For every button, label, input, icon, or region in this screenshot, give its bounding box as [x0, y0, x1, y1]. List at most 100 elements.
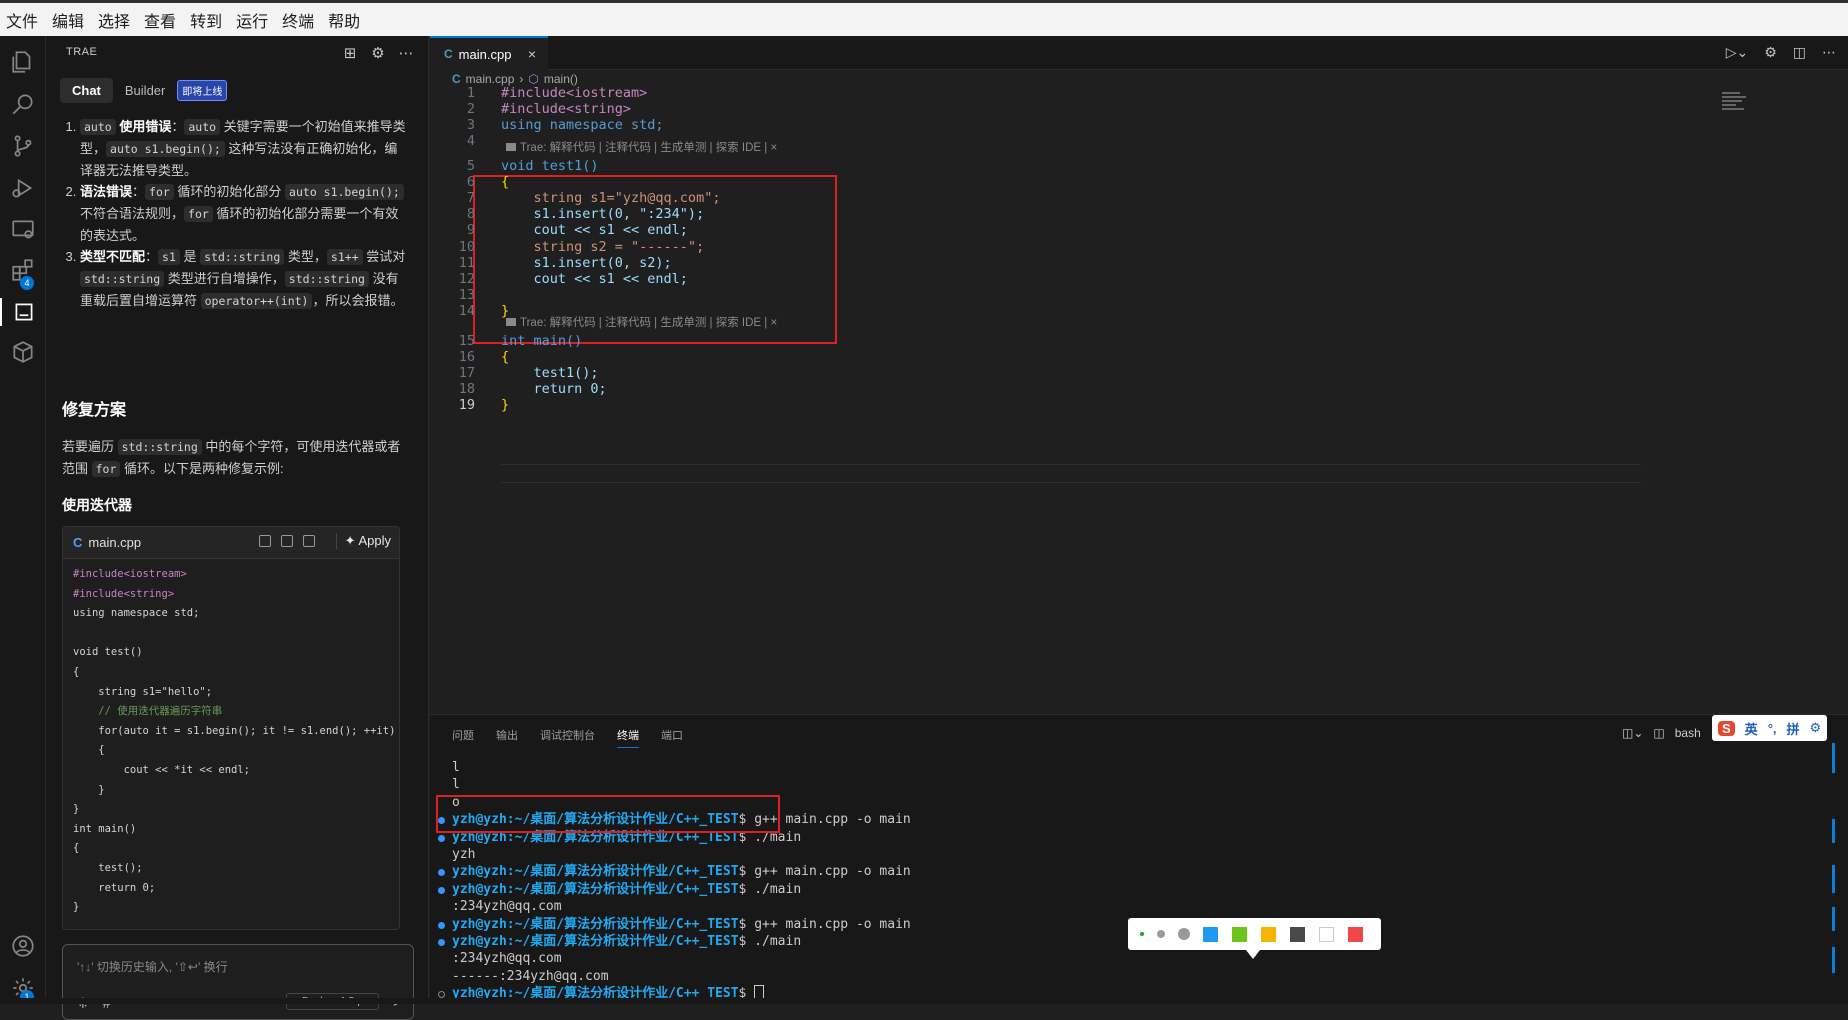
menu-selection[interactable]: 选择 [98, 8, 130, 32]
inline-code: auto s1.begin(); [285, 184, 404, 200]
new-file-icon[interactable] [303, 535, 315, 547]
chat-mode-tabs: Chat Builder 即将上线 [60, 78, 228, 103]
ime-punct[interactable]: °, [1768, 721, 1777, 736]
command-status-icon[interactable] [438, 869, 445, 877]
split-editor-icon[interactable]: ◫ [1793, 44, 1806, 61]
code-editor[interactable]: Trae: 解释代码 | 注释代码 | 生成单测 | 探索 IDE | × Tr… [430, 85, 1720, 710]
copy-icon[interactable] [259, 535, 271, 547]
apply-button[interactable]: ✦ Apply [335, 533, 391, 549]
terminal-command: $ ./main [738, 881, 802, 897]
extensions-badge: 4 [20, 276, 34, 290]
code-line: } [73, 803, 80, 816]
codelens[interactable]: Trae: 解释代码 | 注释代码 | 生成单测 | 探索 IDE | × [506, 140, 777, 156]
terminal-scroll-marker [1832, 819, 1835, 843]
color-swatch[interactable] [1203, 926, 1218, 942]
fix-heading: 修复方案 [62, 402, 127, 419]
ime-toolbar[interactable]: S 英 °, 拼 ⚙ [1712, 715, 1828, 741]
more-icon[interactable]: ⋯ [398, 44, 414, 62]
color-swatch[interactable] [1290, 926, 1305, 942]
trae-chat-icon[interactable] [0, 298, 46, 326]
color-swatch[interactable] [1348, 926, 1363, 942]
color-swatch[interactable] [1319, 926, 1334, 942]
chat-input[interactable]: '↑↓' 切换历史输入, '⇧↩' 换行 ⁜ # ◔ Doubao-1.5-pr… [62, 944, 414, 1020]
explorer-icon[interactable] [9, 48, 37, 76]
code-line: #include<iostream> [73, 568, 187, 580]
line-number: 14 [458, 303, 475, 319]
run-icon[interactable]: ▷⌄ [1726, 44, 1749, 61]
tab-builder[interactable]: Builder [119, 78, 171, 103]
pen-size-small[interactable] [1140, 932, 1144, 936]
activity-bar: 4 1 [0, 36, 46, 1004]
menu-terminal[interactable]: 终端 [282, 8, 314, 32]
terminal-icon[interactable]: ◫ [1653, 726, 1664, 740]
ime-pinyin[interactable]: 拼 [1787, 719, 1800, 738]
color-swatch[interactable] [1232, 926, 1247, 942]
tab-output[interactable]: 输出 [496, 727, 518, 748]
settings-icon[interactable]: ⚙ [370, 44, 386, 62]
terminal-scroll-marker [1832, 907, 1835, 931]
code-line: using namespace std; [501, 117, 664, 133]
pen-size-large[interactable] [1178, 928, 1190, 940]
layout-icon[interactable]: ◫⌄ [1622, 726, 1643, 740]
tab-problems[interactable]: 问题 [452, 727, 474, 748]
package-icon[interactable] [9, 338, 37, 366]
run-debug-icon[interactable] [9, 174, 37, 202]
text: 循环。以下是两种修复示例: [120, 461, 284, 476]
inline-code: s1++ [326, 249, 363, 265]
code-line: #include<string> [73, 587, 175, 600]
tab-debug-console[interactable]: 调试控制台 [540, 727, 595, 748]
codelens[interactable]: Trae: 解释代码 | 注释代码 | 生成单测 | 探索 IDE | × [506, 315, 777, 331]
item-heading: 语法错误 [80, 184, 133, 199]
search-icon[interactable] [9, 90, 37, 118]
command-status-icon[interactable] [438, 886, 445, 894]
code-line: } [501, 303, 510, 319]
menu-edit[interactable]: 编辑 [52, 8, 84, 32]
account-icon[interactable] [9, 932, 37, 960]
text: 循环的初始化部分 [173, 184, 286, 199]
menu-view[interactable]: 查看 [144, 8, 176, 32]
menu-help[interactable]: 帮助 [328, 8, 360, 32]
tab-main-cpp[interactable]: C main.cpp × [430, 36, 548, 70]
command-status-icon[interactable] [438, 921, 445, 929]
terminal-line: yzh@yzh:~/桌面/算法分析设计作业/C++_TEST$ ./main [438, 933, 911, 950]
bottom-panel: 问题 输出 调试控制台 终端 端口 ◫⌄ ◫ bash S 英 °, 拼 ⚙ l… [430, 714, 1848, 1004]
item-heading: 类型不匹配 [80, 249, 146, 264]
sogou-logo-icon: S [1718, 720, 1735, 736]
ime-settings-icon[interactable]: ⚙ [1810, 720, 1822, 736]
pen-size-medium[interactable] [1157, 930, 1165, 938]
shell-name[interactable]: bash [1675, 726, 1701, 740]
gear-icon[interactable]: ⚙ [1764, 44, 1777, 61]
ime-lang[interactable]: 英 [1745, 719, 1758, 738]
color-swatch[interactable] [1261, 926, 1276, 942]
minimap[interactable] [1722, 90, 1752, 140]
close-icon[interactable]: × [528, 46, 536, 62]
text: 若要遍历 [62, 439, 118, 454]
terminal-line: :234yzh@qq.com [444, 898, 911, 915]
terminal-scroll-marker [1832, 743, 1835, 773]
terminal-line: yzh@yzh:~/桌面/算法分析设计作业/C++_TEST$ g++ main… [438, 863, 911, 880]
menu-go[interactable]: 转到 [190, 8, 222, 32]
terminal-command: $ ./main [738, 934, 802, 950]
inline-code: s1 [158, 249, 180, 265]
command-status-icon[interactable] [438, 834, 445, 842]
terminal-line: l [444, 759, 911, 776]
more-icon[interactable]: ⋯ [1822, 44, 1836, 61]
command-status-icon[interactable] [438, 939, 445, 947]
inline-code: auto [184, 119, 221, 135]
list-item: 类型不匹配：s1 是 std::string 类型，s1++ 尝试对 std::… [80, 246, 410, 312]
terminal-line: yzh [444, 846, 911, 863]
code-line: cout << *it << endl; [73, 763, 251, 776]
text: ： [132, 184, 146, 199]
menu-run[interactable]: 运行 [236, 8, 268, 32]
tab-ports[interactable]: 端口 [661, 727, 683, 748]
tab-terminal[interactable]: 终端 [617, 727, 639, 748]
source-control-icon[interactable] [9, 132, 37, 160]
item-heading: 使用错误 [115, 119, 172, 134]
new-chat-icon[interactable]: ⊞ [342, 44, 358, 62]
remote-explorer-icon[interactable] [9, 216, 37, 244]
code-line: test(); [73, 861, 143, 874]
menu-file[interactable]: 文件 [6, 8, 38, 32]
tab-chat[interactable]: Chat [60, 78, 113, 103]
insert-icon[interactable] [281, 535, 293, 547]
